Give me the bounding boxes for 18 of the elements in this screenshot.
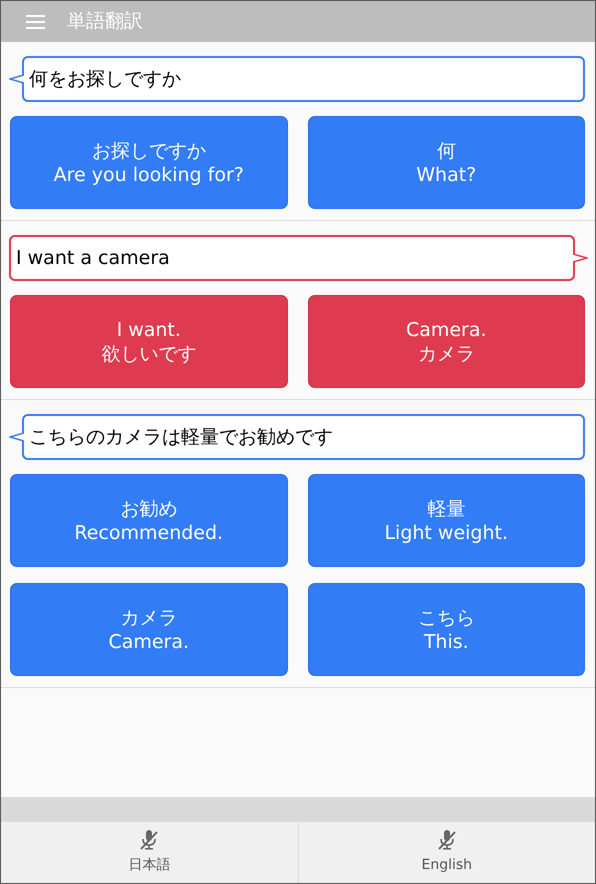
menu-icon[interactable] [26, 14, 45, 28]
microphone-button[interactable]: 日本語 [1, 822, 298, 883]
bubble-tail-icon [9, 74, 24, 84]
bubble-tail-icon [573, 253, 588, 263]
word-button[interactable]: 軽量 Light weight. [308, 474, 585, 567]
bubble-tail-icon [9, 432, 24, 442]
word-button[interactable]: Camera. カメラ [308, 295, 585, 388]
speech-bubble: I want a camera [9, 235, 575, 281]
microphone-button[interactable]: English [298, 822, 595, 883]
word-button[interactable]: お探しですか Are you looking for? [10, 116, 288, 209]
word-button[interactable]: カメラ Camera. [10, 583, 288, 676]
word-button[interactable]: I want. 欲しいです [10, 295, 288, 388]
word-button[interactable]: こちら This. [308, 583, 585, 676]
word-button[interactable]: お勧め Recommended. [10, 474, 288, 567]
word-button[interactable]: 何 What? [308, 116, 585, 209]
speech-bubble: こちらのカメラは軽量でお勧めです [22, 414, 585, 460]
app-title: 単語翻訳 [67, 9, 143, 34]
speech-bubble: 何をお探しですか [22, 56, 585, 102]
